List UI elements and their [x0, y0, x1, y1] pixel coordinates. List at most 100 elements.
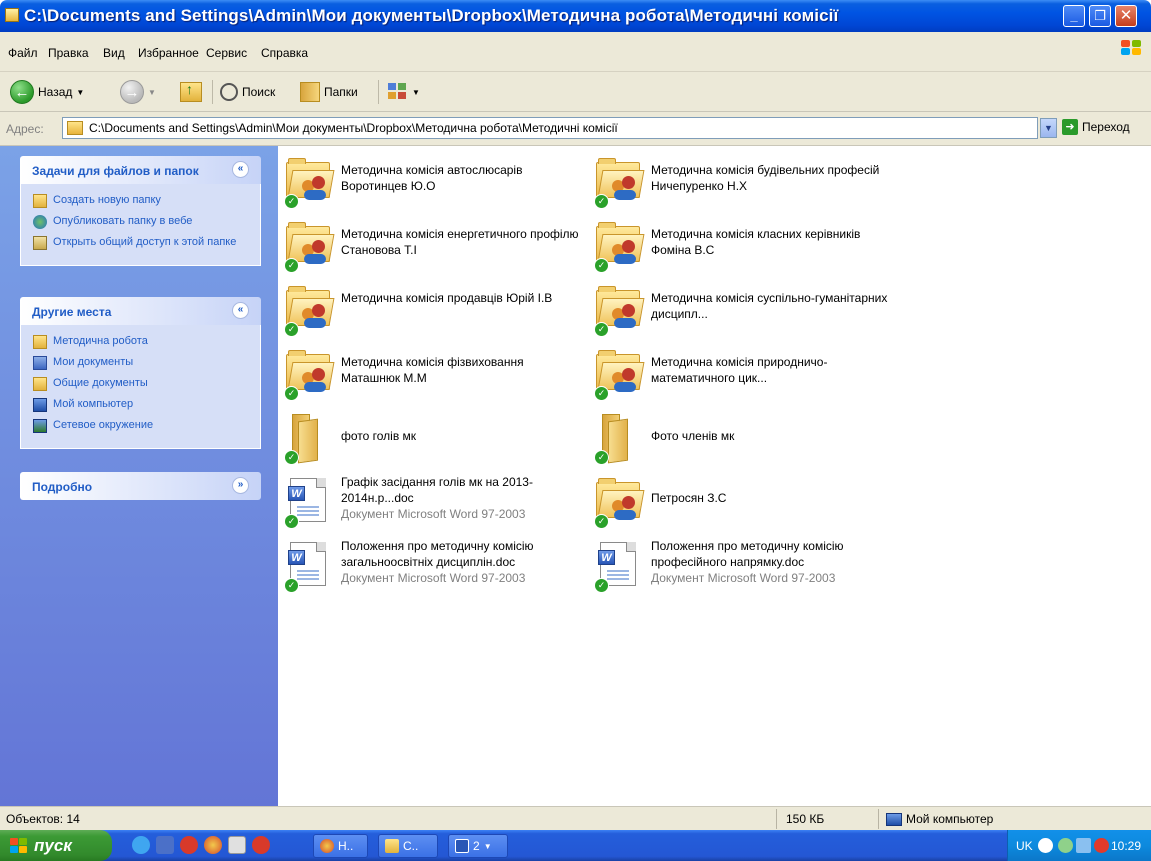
- sync-check-icon: ✓: [594, 322, 609, 337]
- file-item[interactable]: ✓ Методична комісія автослюсарів Воротин…: [278, 152, 578, 210]
- taskbar-button-chrome[interactable]: Н..: [313, 834, 368, 858]
- forward-arrow-icon: →: [120, 80, 144, 104]
- app-icon[interactable]: [228, 836, 246, 854]
- place-methodical-work[interactable]: Методична робота: [33, 335, 252, 349]
- file-name: фото голів мк: [341, 429, 417, 443]
- task-share-folder[interactable]: Открыть общий доступ к этой папке: [33, 236, 252, 250]
- shared-folder-icon: ✓: [594, 284, 645, 337]
- windows-flag-icon: [10, 837, 28, 854]
- file-item[interactable]: ✓ Методична комісія фізвиховання Маташню…: [278, 344, 578, 402]
- computer-icon: [33, 398, 47, 412]
- window-title: C:\Documents and Settings\Admin\Мои доку…: [24, 6, 839, 25]
- file-list: ✓ Методична комісія автослюсарів Воротин…: [278, 146, 1151, 806]
- chevron-down-icon: ▼: [412, 87, 420, 97]
- collapse-icon[interactable]: «: [232, 302, 249, 319]
- menu-view[interactable]: Вид: [103, 46, 125, 60]
- file-item[interactable]: ✓ Методична комісія суспільно-гуманітарн…: [588, 280, 888, 338]
- chrome-icon[interactable]: [204, 836, 222, 854]
- word-quick-icon[interactable]: [156, 836, 174, 854]
- chevron-down-icon: ▼: [483, 841, 492, 851]
- expand-icon[interactable]: »: [232, 477, 249, 494]
- folders-button[interactable]: Папки: [300, 78, 358, 106]
- taskbar-button-word[interactable]: 2 ▼: [448, 834, 508, 858]
- panel-header[interactable]: Другие места «: [20, 297, 261, 325]
- sync-check-icon: ✓: [594, 194, 609, 209]
- file-item[interactable]: ✓ Методична комісія будівельних професій…: [588, 152, 888, 210]
- alert-tray-icon[interactable]: [1094, 838, 1109, 853]
- file-item[interactable]: ✓ Петросян З.С: [588, 472, 888, 530]
- task-label: Опубликовать папку в вебе: [53, 215, 193, 227]
- minimize-button[interactable]: _: [1063, 5, 1085, 27]
- menu-tools[interactable]: Сервис: [206, 46, 247, 60]
- file-item[interactable]: ✓ Методична комісія природничо-математич…: [588, 344, 888, 402]
- display-tray-icon[interactable]: [1076, 838, 1091, 853]
- panel-body: Создать новую папку Опубликовать папку в…: [20, 184, 261, 266]
- menu-file[interactable]: Файл: [8, 46, 38, 60]
- collapse-icon[interactable]: «: [232, 161, 249, 178]
- opera-icon[interactable]: [180, 836, 198, 854]
- up-folder-button[interactable]: ↑: [180, 78, 202, 106]
- panel-body: Методична робота Мои документы Общие док…: [20, 325, 261, 449]
- views-button[interactable]: ▼: [388, 78, 420, 106]
- address-value: C:\Documents and Settings\Admin\Мои доку…: [89, 121, 618, 135]
- chevron-down-icon: ▼: [148, 87, 156, 97]
- start-button[interactable]: пуск: [0, 830, 112, 861]
- address-bar: Адрес: C:\Documents and Settings\Admin\М…: [0, 112, 1151, 146]
- go-button[interactable]: ➜ Переход: [1062, 119, 1130, 135]
- back-button[interactable]: ← Назад ▼: [10, 78, 84, 106]
- address-label: Адрес:: [6, 122, 44, 136]
- task-publish-web[interactable]: Опубликовать папку в вебе: [33, 215, 252, 229]
- folder-icon: [67, 121, 83, 135]
- place-my-documents[interactable]: Мои документы: [33, 356, 252, 370]
- file-item[interactable]: W ✓ Графік засідання голів мк на 2013-20…: [278, 472, 578, 530]
- panel-header[interactable]: Задачи для файлов и папок «: [20, 156, 261, 184]
- location-indicator: Мой компьютер: [886, 812, 993, 826]
- internet-explorer-icon[interactable]: [132, 836, 150, 854]
- tray-arrow-icon[interactable]: [1038, 838, 1053, 853]
- file-name: Методична комісія суспільно-гуманітарних…: [651, 291, 888, 321]
- sync-check-icon: ✓: [284, 258, 299, 273]
- panel-header[interactable]: Подробно »: [20, 472, 261, 500]
- place-my-computer[interactable]: Мой компьютер: [33, 398, 252, 412]
- task-label: Открыть общий доступ к этой папке: [53, 236, 237, 248]
- maximize-button[interactable]: ❐: [1089, 5, 1111, 27]
- shared-folder-icon: ✓: [594, 156, 645, 209]
- language-indicator[interactable]: UK: [1016, 839, 1033, 853]
- shared-folder-icon: ✓: [594, 348, 645, 401]
- shared-folder-icon: ✓: [284, 220, 335, 273]
- folders-icon: [300, 82, 320, 102]
- taskbar-button-explorer[interactable]: C..: [378, 834, 438, 858]
- start-label: пуск: [34, 835, 72, 855]
- search-button[interactable]: Поиск: [220, 78, 275, 106]
- address-dropdown-button[interactable]: ▼: [1040, 118, 1057, 138]
- file-item[interactable]: ✓ фото голів мк: [278, 408, 578, 466]
- file-name: Положення про методичну комісію загально…: [341, 539, 534, 585]
- menu-edit[interactable]: Правка: [48, 46, 89, 60]
- shared-folder-icon: ✓: [594, 220, 645, 273]
- title-bar[interactable]: C:\Documents and Settings\Admin\Мои доку…: [0, 0, 1151, 32]
- close-button[interactable]: ✕: [1115, 5, 1137, 27]
- network-tray-icon[interactable]: [1058, 838, 1073, 853]
- address-input[interactable]: C:\Documents and Settings\Admin\Мои доку…: [62, 117, 1038, 139]
- file-item[interactable]: ✓ Фото членів мк: [588, 408, 888, 466]
- file-item[interactable]: W ✓ Положення про методичну комісію зага…: [278, 536, 578, 594]
- task-new-folder[interactable]: Создать новую папку: [33, 194, 252, 208]
- menu-favorites[interactable]: Избранное: [138, 46, 199, 60]
- details-panel: Подробно »: [20, 472, 261, 500]
- forward-button[interactable]: → ▼: [120, 78, 156, 106]
- total-size: 150 КБ: [786, 812, 825, 826]
- file-item[interactable]: ✓ Методична комісія класних керівників Ф…: [588, 216, 888, 274]
- file-item[interactable]: ✓ Методична комісія продавців Юрій І.В: [278, 280, 578, 338]
- menu-help[interactable]: Справка: [261, 46, 308, 60]
- system-tray: UK 10:29: [1007, 830, 1151, 861]
- place-label: Общие документы: [53, 377, 148, 389]
- sync-check-icon: ✓: [284, 514, 299, 529]
- file-item[interactable]: W ✓ Положення про методичну комісію проф…: [588, 536, 888, 594]
- folder-icon: ✓: [284, 412, 334, 465]
- place-shared-documents[interactable]: Общие документы: [33, 377, 252, 391]
- file-name: Методична комісія будівельних професій Н…: [651, 163, 880, 193]
- other-places-panel: Другие места « Методична робота Мои доку…: [20, 297, 261, 449]
- opera-icon[interactable]: [252, 836, 270, 854]
- place-network[interactable]: Сетевое окружение: [33, 419, 252, 433]
- file-item[interactable]: ✓ Методична комісія енергетичного профіл…: [278, 216, 579, 274]
